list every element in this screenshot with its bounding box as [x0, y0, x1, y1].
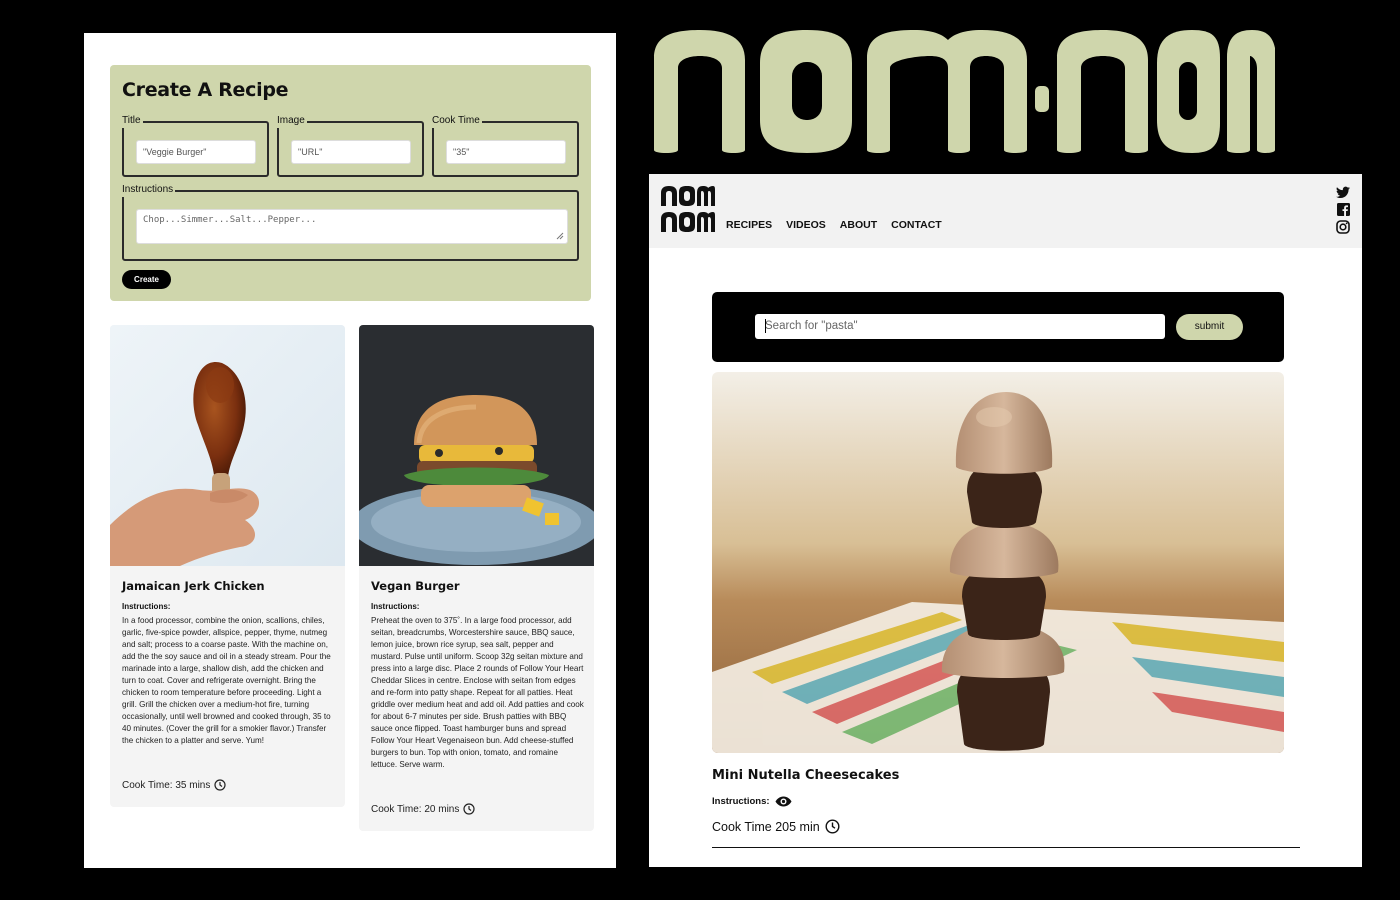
site-logo[interactable] — [661, 186, 715, 232]
clock-icon — [214, 779, 226, 791]
nav-link-videos[interactable]: VIDEOS — [786, 219, 826, 231]
instructions-placeholder: Chop...Simmer...Salt...Pepper... — [143, 215, 317, 225]
search-bar: Search for "pasta" submit — [712, 292, 1284, 362]
cook-time: Cook Time: 20 mins — [371, 803, 475, 815]
submit-button[interactable]: submit — [1176, 314, 1243, 340]
instructions-textarea[interactable]: Chop...Simmer...Salt...Pepper... — [136, 209, 568, 244]
featured-instructions: Instructions: — [712, 796, 792, 807]
image-legend: Image — [277, 114, 307, 128]
create-recipe-page: Create A Recipe Title "Veggie Burger" Im… — [84, 33, 616, 868]
cook-time-fieldset: Cook Time "35" — [432, 114, 579, 177]
nav-link-recipes[interactable]: RECIPES — [726, 219, 772, 231]
instructions-label: Instructions: — [712, 796, 770, 807]
instagram-icon[interactable] — [1336, 220, 1350, 234]
search-placeholder: Search for "pasta" — [765, 320, 858, 332]
image-fieldset: Image "URL" — [277, 114, 424, 177]
recipe-site-page: RECIPES VIDEOS ABOUT CONTACT Search for … — [649, 174, 1362, 867]
title-input[interactable]: "Veggie Burger" — [136, 140, 256, 164]
title-fieldset: Title "Veggie Burger" — [122, 114, 269, 177]
clock-icon — [463, 803, 475, 815]
facebook-icon[interactable] — [1336, 203, 1350, 216]
featured-cook-time: Cook Time 205 min — [712, 819, 840, 834]
recipe-card: Vegan Burger Instructions: Preheat the o… — [359, 325, 594, 831]
instructions-text: Preheat the oven to 375˚. In a large foo… — [371, 616, 584, 769]
featured-recipe-image[interactable] — [712, 372, 1284, 753]
cook-time-text: Cook Time: 35 mins — [122, 779, 211, 791]
recipe-title: Jamaican Jerk Chicken — [122, 579, 265, 593]
eye-icon[interactable] — [775, 796, 792, 807]
cook-time: Cook Time: 35 mins — [122, 779, 226, 791]
instructions-legend: Instructions — [122, 183, 176, 197]
divider — [712, 847, 1300, 848]
collage: Create A Recipe Title "Veggie Burger" Im… — [0, 0, 1400, 900]
title-legend: Title — [122, 114, 143, 128]
resize-handle-icon[interactable] — [556, 232, 564, 240]
featured-recipe-title[interactable]: Mini Nutella Cheesecakes — [712, 768, 899, 783]
recipe-image-chicken — [110, 325, 345, 566]
cook-time-text: Cook Time 205 min — [712, 819, 820, 834]
instructions-text: In a food processor, combine the onion, … — [122, 616, 331, 745]
create-recipe-form: Create A Recipe Title "Veggie Burger" Im… — [110, 65, 591, 301]
instructions-label: Instructions: — [371, 602, 420, 611]
recipe-image-burger — [359, 325, 594, 566]
instructions-label: Instructions: — [122, 602, 171, 611]
create-button[interactable]: Create — [122, 270, 171, 289]
cook-time-text: Cook Time: 20 mins — [371, 803, 460, 815]
text-cursor — [765, 319, 766, 333]
form-title: Create A Recipe — [122, 79, 289, 101]
nav-link-contact[interactable]: CONTACT — [891, 219, 942, 231]
recipe-card: Jamaican Jerk Chicken Instructions: In a… — [110, 325, 345, 807]
image-input[interactable]: "URL" — [291, 140, 411, 164]
social-links — [1336, 186, 1350, 234]
nom-nom-logo — [654, 30, 1275, 153]
clock-icon — [825, 819, 840, 834]
instructions-fieldset: Instructions Chop...Simmer...Salt...Pepp… — [122, 183, 579, 261]
nav-links: RECIPES VIDEOS ABOUT CONTACT — [726, 219, 942, 231]
search-input[interactable]: Search for "pasta" — [755, 314, 1165, 339]
nav-link-about[interactable]: ABOUT — [840, 219, 877, 231]
twitter-icon[interactable] — [1336, 186, 1350, 199]
cook-time-input[interactable]: "35" — [446, 140, 566, 164]
cook-time-legend: Cook Time — [432, 114, 482, 128]
header-nav: RECIPES VIDEOS ABOUT CONTACT — [649, 174, 1362, 248]
recipe-title: Vegan Burger — [371, 579, 460, 593]
